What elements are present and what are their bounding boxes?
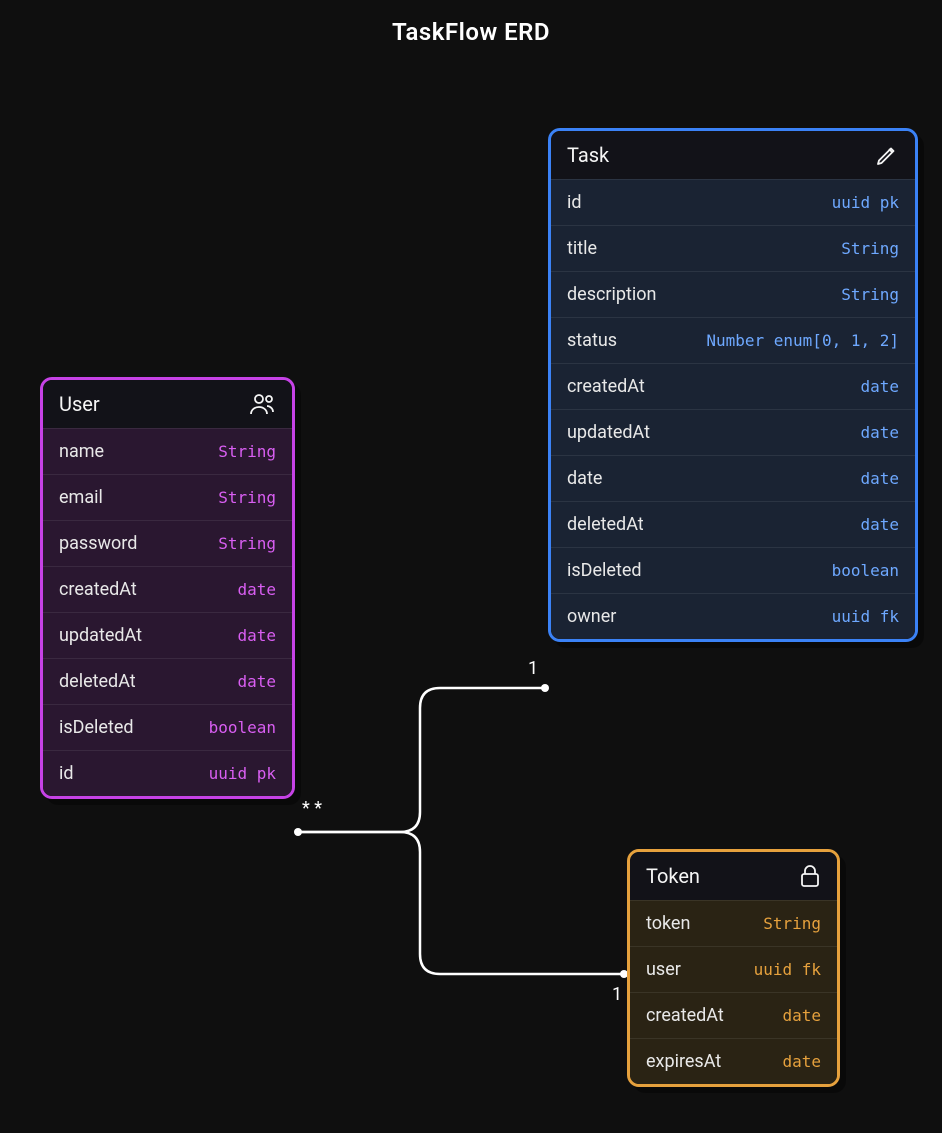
table-row: title String	[551, 225, 915, 271]
table-row: deletedAt date	[43, 658, 292, 704]
cardinality-task: 1	[528, 658, 538, 679]
field-type: uuid fk	[754, 960, 821, 979]
field-name: isDeleted	[567, 560, 642, 581]
field-name: password	[59, 533, 137, 554]
entity-task-header: Task	[551, 131, 915, 179]
table-row: description String	[551, 271, 915, 317]
table-row: isDeleted boolean	[43, 704, 292, 750]
table-row: date date	[551, 455, 915, 501]
field-name: title	[567, 238, 597, 259]
field-name: date	[567, 468, 602, 489]
field-name: email	[59, 487, 103, 508]
pencil-icon	[875, 143, 899, 167]
field-name: status	[567, 330, 617, 351]
cardinality-user: * *	[302, 798, 322, 819]
field-name: isDeleted	[59, 717, 134, 738]
table-row: password String	[43, 520, 292, 566]
field-type: String	[218, 442, 276, 461]
table-row: updatedAt date	[551, 409, 915, 455]
table-row: email String	[43, 474, 292, 520]
field-type: date	[860, 469, 899, 488]
field-type: boolean	[209, 718, 276, 737]
table-row: deletedAt date	[551, 501, 915, 547]
entity-token[interactable]: Token token String user uuid fk createdAt d…	[627, 849, 840, 1087]
field-type: String	[218, 488, 276, 507]
field-name: token	[646, 913, 690, 934]
users-icon	[250, 393, 276, 415]
field-name: createdAt	[59, 579, 137, 600]
field-type: date	[237, 626, 276, 645]
table-row: user uuid fk	[630, 946, 837, 992]
entity-token-title: Token	[646, 864, 700, 888]
field-name: deletedAt	[567, 514, 644, 535]
field-type: Number enum[0, 1, 2]	[706, 331, 899, 350]
diagram-title: TaskFlow ERD	[392, 18, 550, 46]
field-name: deletedAt	[59, 671, 136, 692]
table-row: id uuid pk	[43, 750, 292, 796]
table-row: token String	[630, 900, 837, 946]
table-row: owner uuid fk	[551, 593, 915, 639]
table-row: isDeleted boolean	[551, 547, 915, 593]
field-type: String	[763, 914, 821, 933]
field-name: name	[59, 441, 104, 462]
field-type: String	[218, 534, 276, 553]
field-name: id	[59, 763, 74, 784]
field-type: uuid pk	[209, 764, 276, 783]
table-row: name String	[43, 428, 292, 474]
table-row: expiresAt date	[630, 1038, 837, 1084]
cardinality-token: 1	[612, 984, 622, 1005]
entity-token-header: Token	[630, 852, 837, 900]
field-type: date	[782, 1052, 821, 1071]
field-name: createdAt	[567, 376, 645, 397]
field-name: id	[567, 192, 582, 213]
field-type: date	[782, 1006, 821, 1025]
entity-user-title: User	[59, 392, 100, 416]
table-row: status Number enum[0, 1, 2]	[551, 317, 915, 363]
field-name: updatedAt	[59, 625, 142, 646]
table-row: createdAt date	[551, 363, 915, 409]
table-row: createdAt date	[43, 566, 292, 612]
field-type: date	[860, 377, 899, 396]
entity-user[interactable]: User name String email String password Stri…	[40, 377, 295, 799]
field-type: date	[860, 423, 899, 442]
table-row: updatedAt date	[43, 612, 292, 658]
field-name: owner	[567, 606, 616, 627]
entity-user-header: User	[43, 380, 292, 428]
field-type: uuid fk	[832, 607, 899, 626]
field-type: String	[841, 239, 899, 258]
field-type: String	[841, 285, 899, 304]
field-name: user	[646, 959, 681, 980]
field-name: expiresAt	[646, 1051, 721, 1072]
field-type: boolean	[832, 561, 899, 580]
field-type: uuid pk	[832, 193, 899, 212]
table-row: id uuid pk	[551, 179, 915, 225]
field-name: description	[567, 284, 656, 305]
lock-icon	[799, 864, 821, 888]
field-type: date	[237, 580, 276, 599]
field-type: date	[860, 515, 899, 534]
entity-task[interactable]: Task id uuid pk title String description St…	[548, 128, 918, 642]
field-name: createdAt	[646, 1005, 724, 1026]
entity-task-title: Task	[567, 143, 609, 167]
field-name: updatedAt	[567, 422, 650, 443]
table-row: createdAt date	[630, 992, 837, 1038]
field-type: date	[237, 672, 276, 691]
